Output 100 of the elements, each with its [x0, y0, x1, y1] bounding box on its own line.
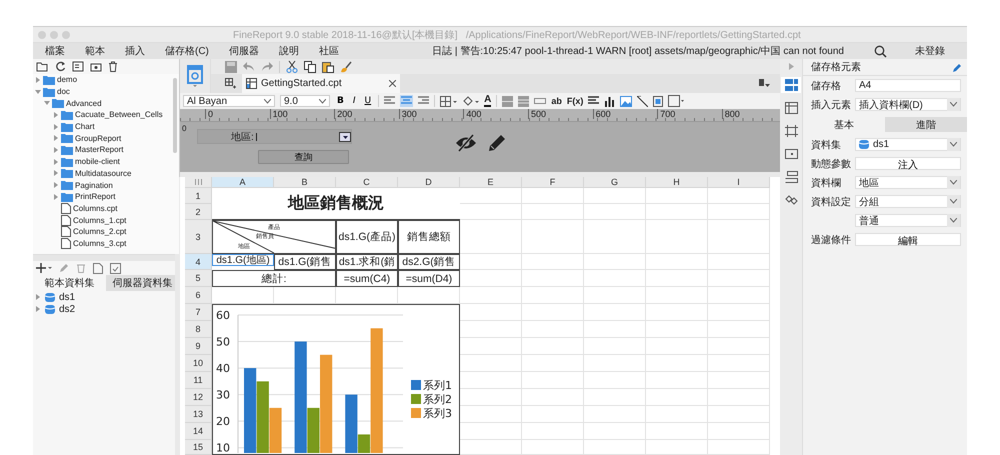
empty-cell[interactable] — [522, 270, 584, 287]
empty-cell[interactable] — [522, 321, 584, 338]
menu-item[interactable]: 社區 — [318, 44, 339, 58]
table-cell[interactable]: ds1.G(銷售 — [274, 254, 336, 270]
save-icon[interactable] — [225, 60, 237, 72]
collapsed-caret-icon[interactable] — [53, 194, 59, 200]
insert-button[interactable]: F(x) — [566, 96, 584, 106]
table-cell[interactable]: ds1.G(產品) — [336, 220, 398, 254]
menu-item[interactable]: 範本 — [85, 44, 105, 58]
format-button[interactable]: U — [362, 96, 374, 106]
empty-cell[interactable] — [584, 406, 646, 423]
empty-cell[interactable] — [708, 304, 770, 321]
empty-cell[interactable] — [708, 188, 770, 204]
menu-icon[interactable] — [759, 79, 770, 88]
row-header[interactable]: 8 — [185, 321, 212, 338]
pencil-icon[interactable] — [488, 134, 506, 152]
empty-cell[interactable] — [646, 372, 708, 389]
plus-icon[interactable] — [36, 263, 52, 273]
empty-cell[interactable] — [708, 220, 770, 254]
empty-cell[interactable] — [522, 188, 584, 204]
copy-icon[interactable] — [304, 60, 316, 72]
menu-item[interactable]: 儲存格(C) — [165, 44, 209, 58]
column-header[interactable]: A — [212, 177, 274, 188]
tree-item[interactable]: demo — [33, 74, 179, 86]
empty-cell[interactable] — [522, 389, 584, 406]
tree-item[interactable]: MasterReport — [33, 144, 179, 156]
empty-cell[interactable] — [646, 406, 708, 423]
slash-line-icon[interactable] — [637, 96, 648, 106]
close-icon[interactable] — [389, 80, 396, 87]
empty-cell[interactable] — [522, 372, 584, 389]
empty-cell[interactable] — [646, 338, 708, 355]
tree-item[interactable]: Chart — [33, 120, 179, 132]
column-header[interactable]: G — [584, 177, 646, 188]
empty-cell[interactable] — [522, 304, 584, 321]
property-select[interactable]: ds1 — [855, 138, 961, 151]
row-header[interactable]: 4 — [185, 254, 212, 270]
empty-cell[interactable] — [584, 338, 646, 355]
frame-icon[interactable] — [668, 95, 684, 107]
scrollbar[interactable] — [173, 78, 177, 153]
empty-cell[interactable] — [522, 204, 584, 220]
refresh-icon[interactable] — [55, 61, 66, 72]
column-header[interactable]: E — [460, 177, 522, 188]
document-tab[interactable]: GettingStarted.cpt — [242, 74, 400, 93]
collapsed-caret-icon[interactable] — [53, 135, 59, 142]
empty-cell[interactable] — [708, 406, 770, 423]
empty-cell[interactable] — [584, 423, 646, 440]
empty-cell[interactable] — [522, 220, 584, 254]
property-tab[interactable]: 進階 — [885, 117, 967, 132]
search-icon[interactable] — [874, 44, 887, 58]
property-select[interactable]: 地區 — [855, 176, 961, 189]
property-select[interactable]: 分組 — [855, 195, 961, 208]
image-icon[interactable] — [620, 96, 632, 106]
row-header[interactable]: 12 — [185, 389, 212, 406]
empty-cell[interactable] — [646, 423, 708, 440]
table-cell[interactable]: ds2.G(銷售 — [398, 254, 460, 270]
empty-cell[interactable] — [708, 270, 770, 287]
empty-cell[interactable] — [584, 321, 646, 338]
tree-item[interactable]: doc — [33, 86, 179, 98]
row-header[interactable]: 14 — [185, 423, 212, 440]
template-icon[interactable] — [187, 65, 203, 87]
dataset-item[interactable]: ds1 — [33, 291, 179, 303]
expanded-caret-icon[interactable] — [35, 88, 41, 95]
insert-element-select[interactable]: 插入資料欄(D) — [855, 98, 961, 111]
pane-tab[interactable] — [781, 77, 801, 93]
table-cell[interactable]: =sum(D4) — [398, 270, 460, 287]
column-header[interactable]: F — [522, 177, 584, 188]
tree-item[interactable]: GroupReport — [33, 132, 179, 144]
property-button[interactable]: 注入 — [855, 157, 961, 170]
empty-cell[interactable] — [584, 188, 646, 204]
folder-icon[interactable] — [36, 61, 49, 72]
row-header[interactable]: 10 — [185, 355, 212, 372]
eye-slash-icon[interactable] — [455, 134, 477, 152]
select-all-icon[interactable] — [194, 179, 202, 185]
tree-item[interactable]: mobile-client — [33, 156, 179, 168]
row-header[interactable]: 9 — [185, 338, 212, 355]
empty-cell[interactable] — [584, 204, 646, 220]
expanded-caret-icon[interactable] — [44, 100, 50, 106]
menu-item[interactable]: 檔案 — [45, 44, 65, 58]
empty-cell[interactable] — [646, 220, 708, 254]
font-size-select[interactable]: 9.0 — [280, 95, 330, 107]
property-button[interactable]: 編輯 — [855, 233, 961, 246]
border-icon[interactable] — [440, 96, 458, 106]
collapsed-caret-icon[interactable] — [53, 146, 59, 153]
empty-cell[interactable] — [708, 254, 770, 270]
empty-cell[interactable] — [522, 406, 584, 423]
redo-icon[interactable] — [261, 62, 273, 72]
column-header[interactable]: D — [398, 177, 460, 188]
row-header[interactable]: 11 — [185, 372, 212, 389]
brush-icon[interactable] — [340, 60, 352, 72]
collapsed-caret-icon[interactable] — [53, 158, 59, 165]
empty-cell[interactable] — [708, 355, 770, 372]
collapsed-caret-icon[interactable] — [53, 124, 59, 130]
bar-chart[interactable]: 10 20 30 40 50 60 系列1 系列2 系列3 — [212, 304, 460, 455]
tree-item[interactable]: Pagination — [33, 179, 179, 191]
empty-cell[interactable] — [646, 254, 708, 270]
empty-cell[interactable] — [584, 304, 646, 321]
table-cell[interactable]: 總計: — [212, 270, 336, 287]
column-header[interactable]: C — [336, 177, 398, 188]
align-left-icon[interactable] — [384, 96, 396, 106]
grid-icon[interactable] — [225, 78, 236, 89]
